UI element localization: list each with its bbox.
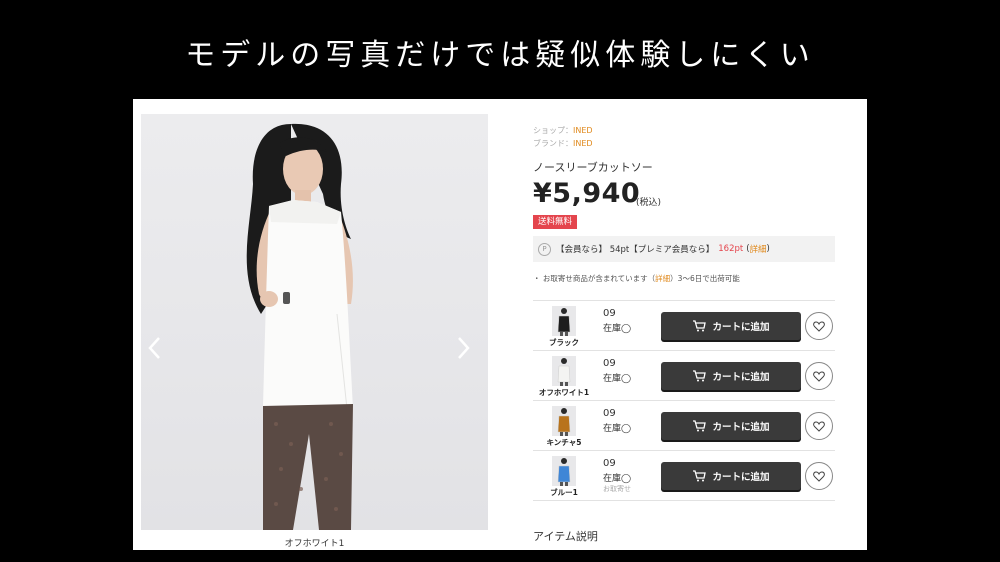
variant-row: キンチャ5 09 在庫◯ カートに追加 [533,400,835,450]
variant-thumbnail-garment [557,408,571,436]
variant-thumbnail-garment [557,458,571,486]
variant-thumbnail[interactable] [552,406,576,436]
slide-title: モデルの写真だけでは疑似体験しにくい [185,38,815,73]
prev-image-button[interactable] [147,336,173,364]
favorite-button[interactable] [805,462,833,490]
product-photo [141,114,488,530]
variant-stock: 在庫◯ [603,374,632,384]
points-detail-link[interactable]: 詳細 [750,243,767,255]
add-to-cart-label: カートに追加 [712,322,770,333]
add-to-cart-label: カートに追加 [712,472,770,483]
favorite-button[interactable] [805,312,833,340]
shop-line: ショップ：INED [533,125,593,136]
add-to-cart-button[interactable]: カートに追加 [661,462,801,490]
shop-link[interactable]: INED [573,126,593,135]
variant-row: ブルー1 09 在庫◯ お取寄せ カートに追加 [533,450,835,501]
model-illustration [246,123,353,530]
variant-color-label: ブルー1 [550,488,578,497]
add-to-cart-button[interactable]: カートに追加 [661,412,801,440]
variant-thumbnail[interactable] [552,356,576,386]
cart-icon [693,320,707,332]
variant-row: ブラック 09 在庫◯ カートに追加 [533,300,835,350]
heart-icon [813,420,825,432]
variant-stock: 在庫◯ [603,324,632,334]
variant-size: 09 [603,308,616,319]
variant-size: 09 [603,408,616,419]
points-member-text: 【会員なら】 54pt【プレミア会員なら】 [556,245,715,255]
cart-icon [693,470,707,482]
points-detail-close: ) [766,244,770,254]
favorite-button[interactable] [805,362,833,390]
variant-color-label: オフホワイト1 [538,388,590,397]
add-to-cart-label: カートに追加 [712,372,770,383]
premium-points: 162pt [718,244,744,254]
variant-stock: 在庫◯ [603,474,632,484]
chevron-left-icon [148,337,160,359]
notice-suffix: ）3～6日で出荷可能 [670,274,740,283]
variant-color-label: キンチャ5 [546,438,582,447]
cart-icon [693,420,707,432]
chevron-right-icon [458,337,470,359]
add-to-cart-button[interactable]: カートに追加 [661,362,801,390]
product-page-screenshot: オフホワイト1 ショップ：INED ブランド：INED ノースリーブカットソー … [133,99,867,550]
variant-list: ブラック 09 在庫◯ カートに追加 オフホワイト1 09 在庫◯ カートに追加… [533,300,835,501]
shop-label: ショップ： [533,126,573,135]
product-price: ¥5,940 [533,178,641,209]
variant-size: 09 [603,458,616,469]
variant-thumbnail-garment [557,308,571,336]
add-to-cart-button[interactable]: カートに追加 [661,312,801,340]
add-to-cart-label: カートに追加 [712,422,770,433]
product-info: ショップ：INED ブランド：INED ノースリーブカットソー ¥5,940 (… [533,99,843,550]
variant-thumbnail-garment [557,358,571,386]
heart-icon [813,370,825,382]
free-shipping-badge: 送料無料 [533,215,578,229]
brand-link[interactable]: INED [573,139,593,148]
next-image-button[interactable] [457,336,483,364]
variant-color-label: ブラック [549,338,579,347]
variant-row: オフホワイト1 09 在庫◯ カートに追加 [533,350,835,400]
point-icon: P [538,242,551,256]
points-box: P 【会員なら】 54pt【プレミア会員なら】 162pt (詳細) [533,236,835,262]
variant-restock-note: お取寄せ [603,485,631,493]
tax-note: (税込) [636,198,662,208]
notice-detail-link[interactable]: 詳細 [655,274,670,283]
item-description-heading: アイテム説明 [533,530,598,543]
notice-prefix: ・ お取寄せ商品が含まれています（ [533,274,656,283]
backorder-notice: ・ お取寄せ商品が含まれています（詳細）3～6日で出荷可能 [533,273,740,284]
heart-icon [813,470,825,482]
variant-stock: 在庫◯ [603,424,632,434]
cart-icon [693,370,707,382]
image-caption: オフホワイト1 [284,539,345,549]
variant-size: 09 [603,358,616,369]
brand-line: ブランド：INED [533,138,593,149]
brand-label: ブランド： [533,139,573,148]
heart-icon [813,320,825,332]
variant-thumbnail[interactable] [552,456,576,486]
variant-thumbnail[interactable] [552,306,576,336]
product-name: ノースリーブカットソー [533,161,653,174]
favorite-button[interactable] [805,412,833,440]
